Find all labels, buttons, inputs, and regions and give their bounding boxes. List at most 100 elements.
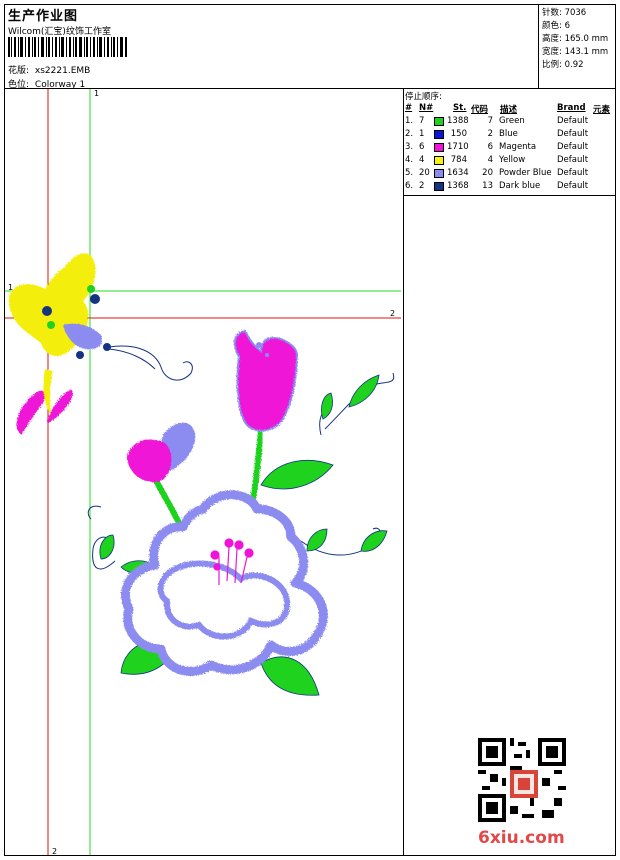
cell-num: 3. [405,142,414,152]
stamen-tip [213,563,221,571]
company-name: Wilcom(汇宝)纹饰工作室 [8,27,111,37]
col-header-brand: Brand [557,103,586,113]
cell-brand: Default [557,155,589,165]
tulip-dot [265,353,269,357]
main-flower-outline [120,490,328,677]
color-swatch [434,156,444,165]
guide-label-v2: 2 [52,847,58,856]
cell-n: 6 [419,142,425,152]
stat-width: 宽度: 143.1 mm [542,45,608,57]
color-swatch [434,182,444,191]
stamen-tip [224,538,234,548]
cell-st: 784 [450,155,467,165]
cell-code: 13 [482,181,493,191]
col-header-st: St. [453,103,467,113]
stat-height: 高度: 165.0 mm [542,32,608,44]
col-header-num: # [405,103,413,113]
cell-num: 1. [405,116,414,126]
leaf [306,528,328,552]
butterfly-spot [42,306,52,316]
barcode-icon [8,37,127,57]
cell-desc: Green [499,116,525,126]
stat-value: 0.92 [564,60,584,70]
cell-brand: Default [557,181,589,191]
cell-desc: Blue [499,129,518,139]
guide-label-v1: 1 [94,89,100,98]
cell-num: 5. [405,168,414,178]
guide-label-h2: 2 [390,309,396,318]
cell-code: 7 [487,116,493,126]
cell-st: 1634 [447,168,469,178]
cell-st: 150 [450,129,467,139]
leaf [99,534,115,560]
cell-num: 6. [405,181,414,191]
bud-magenta-petal [127,439,172,482]
stats-divider [538,4,539,88]
stat-scale: 比例: 0.92 [542,58,584,70]
col-header-desc: 描述 [500,105,518,115]
cell-desc: Powder Blue [499,168,552,178]
cell-num: 4. [405,155,414,165]
stat-value: 143.1 mm [564,47,609,57]
leaf [321,392,333,420]
stat-label: 高度: [542,34,562,44]
cell-st: 1368 [447,181,469,191]
stat-value: 7036 [564,8,587,18]
stem-bud [152,477,184,529]
butterfly-spot [47,321,55,329]
design-value: xs2221.EMB [34,66,91,76]
col-header-element: 元素 [593,105,611,115]
table-divider [403,195,616,196]
color-swatch [434,130,444,139]
cell-code: 20 [482,168,493,178]
page-title: 生产作业图 [8,9,79,24]
stop-sequence-title: 停止顺序: [405,92,442,102]
stat-label: 针数: [542,8,562,18]
guide-label-h1: 1 [8,283,14,292]
color-swatch [434,169,444,178]
cell-brand: Default [557,142,589,152]
butterfly-body [43,369,53,415]
panel-divider [403,88,404,856]
stat-value: 165.0 mm [564,34,609,44]
cell-desc: Yellow [499,155,526,165]
cell-desc: Magenta [499,142,537,152]
stat-label: 宽度: [542,47,562,57]
cell-n: 4 [419,155,425,165]
stat-value: 6 [564,21,570,31]
butterfly-spot [76,351,84,359]
stat-label: 比例: [542,60,562,70]
leaf [360,530,388,552]
stamen-tip [234,540,244,550]
design-file: 花版: xs2221.EMB [8,63,90,76]
butterfly-motif [8,253,193,435]
leaf [260,656,320,696]
butterfly-spot [90,294,100,304]
bud-flower [127,422,196,482]
cell-num: 2. [405,129,414,139]
stat-colors: 颜色: 6 [542,19,570,31]
cell-n: 20 [419,168,430,178]
leaf [348,374,380,408]
stamen-tip [244,548,254,558]
cell-n: 1 [419,129,425,139]
stat-label: 颜色: [542,21,562,31]
cell-code: 6 [487,142,493,152]
color-swatch [434,143,444,152]
qr-code-icon [478,738,566,822]
cell-st: 1710 [447,142,469,152]
cell-brand: Default [557,116,589,126]
cell-st: 1388 [447,116,469,126]
stamen-tip [210,550,220,560]
cell-desc: Dark blue [499,181,541,191]
cell-brand: Default [557,168,589,178]
stat-stitches: 针数: 7036 [542,6,586,18]
tulip-dot [256,342,262,348]
design-label: 花版: [8,66,30,76]
tulip-petals [233,329,299,432]
tulip-flower [233,329,299,432]
watermark: 6xiu.com [478,828,565,848]
cell-code: 2 [487,129,493,139]
cell-n: 7 [419,116,425,126]
color-swatch [434,117,444,126]
